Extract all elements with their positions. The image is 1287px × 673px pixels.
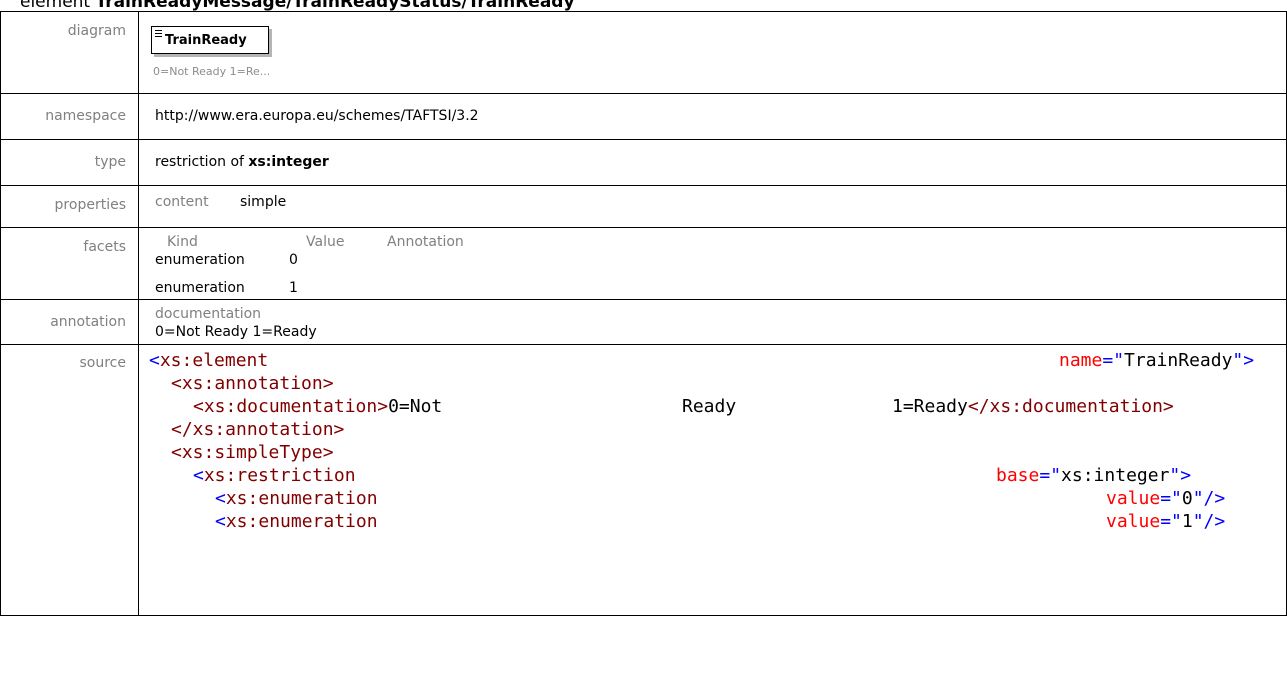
facets-header-value: Value [306,234,345,250]
type-label: type [0,139,139,186]
namespace-value: http://www.era.europa.eu/schemes/TAFTSI/… [155,108,479,124]
properties-label: properties [0,185,139,228]
facets-row: facets Kind Value Annotation enumeration… [0,227,1287,300]
annotation-row: annotation documentation 0=Not Ready 1=R… [0,299,1287,345]
facets-grid: Kind Value Annotation enumeration 0 enum… [153,228,1286,299]
diagram-area: TrainReady 0=Not Ready 1=Re... [139,12,1286,93]
source-line: <xs:enumeration [215,511,378,532]
type-value: restriction of xs:integer [155,140,1286,185]
source-code-block: <xs:element name="TrainReady"> <xs:annot… [149,345,1286,615]
diagram-label: diagram [0,11,139,94]
annotation-key: documentation [155,306,262,322]
source-row: source <xs:element name="TrainReady"> <x… [0,344,1287,616]
namespace-row: namespace http://www.era.europa.eu/schem… [0,93,1287,140]
properties-grid: content simple [155,186,1286,227]
facets-header-annotation: Annotation [387,234,464,250]
source-line-attr: name="TrainReady"> [1059,350,1255,371]
namespace-label: namespace [0,93,139,140]
properties-value: simple [240,194,287,210]
source-label: source [0,344,139,616]
source-line-attr: value="1"/> [1106,511,1226,532]
type-base-link[interactable]: xs:integer [248,154,328,170]
source-line: </xs:annotation> [171,419,345,440]
element-content-icon [155,30,162,39]
properties-row: properties content simple [0,185,1287,228]
diagram-element-box[interactable]: TrainReady [151,26,269,54]
type-row: type restriction of xs:integer [0,139,1287,186]
facets-header-kind: Kind [167,234,198,250]
facets-label: facets [0,227,139,300]
type-prefix: restriction of [155,154,244,170]
annotation-label: annotation [0,299,139,345]
annotation-grid: documentation 0=Not Ready 1=Ready [153,300,1286,344]
source-line-attr: base="xs:integer"> [996,465,1192,486]
diagram-row: diagram TrainReady 0=Not Ready 1=Re... [0,11,1287,94]
facet-value: 0 [289,252,298,268]
diagram-element-name: TrainReady [165,33,247,48]
source-line: <xs:simpleType> [171,442,334,463]
source-line: <xs:restriction [193,465,356,486]
properties-key: content [155,194,209,210]
facet-value: 1 [289,280,298,296]
source-line: <xs:annotation> [171,373,334,394]
source-line-attr: value="0"/> [1106,488,1226,509]
diagram-annotation-note: 0=Not Ready 1=Re... [153,65,271,78]
source-line-text: Ready [682,396,737,417]
source-line: <xs:enumeration [215,488,378,509]
source-line: <xs:element [149,350,269,371]
annotation-text: 0=Not Ready 1=Ready [155,324,317,340]
properties-table: diagram TrainReady 0=Not Ready 1=Re... n… [0,11,1287,616]
facet-kind: enumeration [155,252,245,268]
facet-kind: enumeration [155,280,245,296]
source-line-text: 1=Ready</xs:documentation> [892,396,1174,417]
source-line: <xs:documentation>0=Not [193,396,443,417]
